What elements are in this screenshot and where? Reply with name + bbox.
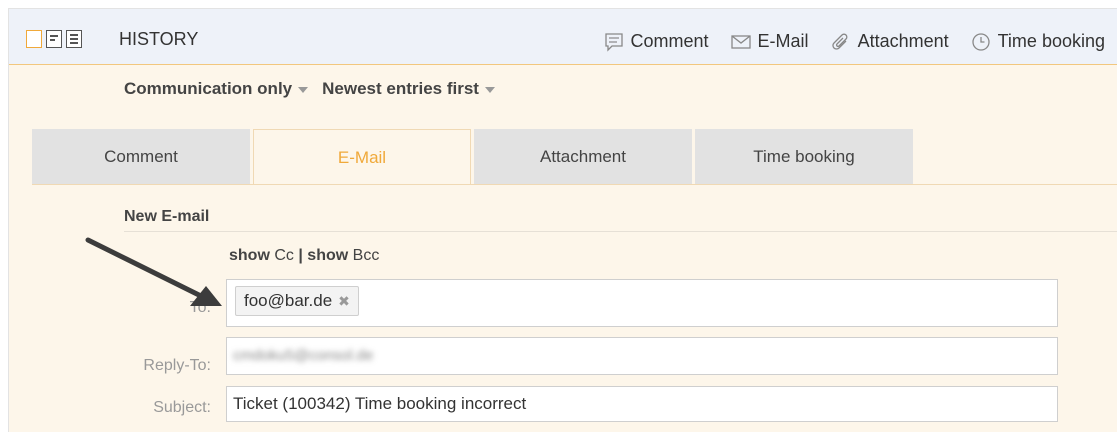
annotation-arrow-icon [85,237,222,306]
paperclip-icon [831,33,848,50]
subject-field[interactable]: Ticket (100342) Time booking incorrect [226,386,1058,422]
add-email-label: E-Mail [757,31,809,51]
to-field[interactable]: foo@bar.de ✖ [226,279,1058,327]
reply-to-value: cmdoku5@consol.de [233,347,374,364]
separator: | [298,247,303,264]
tab-attachment[interactable]: Attachment [474,129,692,185]
chevron-down-icon [484,87,495,93]
add-email-button[interactable]: E-Mail [730,31,809,52]
subject-label: Subject: [153,399,211,416]
subject-value: Ticket (100342) Time booking incorrect [233,394,527,413]
add-time-booking-button[interactable]: Time booking [971,31,1105,52]
tab-label: E-Mail [337,147,387,167]
add-attachment-button[interactable]: Attachment [831,31,949,52]
show-word: show [307,247,349,264]
chevron-down-icon [298,87,309,93]
bcc-label: Bcc [352,247,380,264]
section-divider [124,231,1117,232]
add-attachment-label: Attachment [857,31,949,51]
history-toolbar: Comment E-Mail Attachment Time booking [582,31,1105,52]
show-bcc-link[interactable]: show Bcc [307,247,379,264]
add-time-booking-label: Time booking [997,31,1105,51]
tab-email[interactable]: E-Mail [253,129,471,185]
sort-order-value: Newest entries first [322,79,479,98]
comment-icon [604,32,623,52]
remove-recipient-icon[interactable]: ✖ [338,293,350,310]
tab-label: Attachment [540,147,626,166]
envelope-icon [730,34,751,49]
tab-time-booking[interactable]: Time booking [695,129,913,185]
tab-label: Time booking [753,147,855,166]
clock-icon [971,32,990,51]
sort-order-dropdown[interactable]: Newest entries first [322,79,495,99]
add-comment-button[interactable]: Comment [604,31,709,52]
reply-to-field[interactable]: cmdoku5@consol.de [226,337,1058,375]
reply-to-label: Reply-To: [143,357,211,374]
cc-label: Cc [274,247,294,264]
add-comment-label: Comment [630,31,709,51]
